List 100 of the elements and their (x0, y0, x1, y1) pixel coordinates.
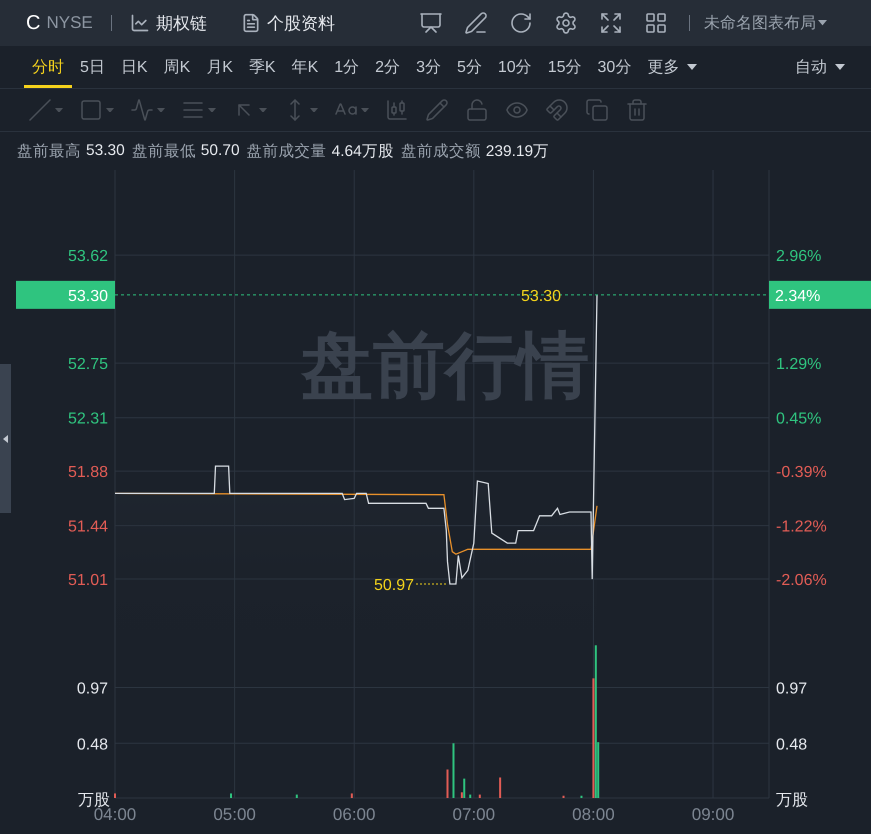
pen-button[interactable] (464, 11, 488, 35)
header-link[interactable]: 期权链 (130, 12, 207, 34)
exchange-label: NYSE (46, 13, 93, 33)
percent-axis-label: 0.45% (776, 410, 822, 428)
period-tab[interactable]: 月K (198, 46, 241, 88)
period-tab[interactable]: 5日 (72, 46, 113, 88)
chart-icon (130, 13, 150, 33)
stock-symbol: C (26, 12, 40, 34)
last-price-badge: 53.30 (16, 280, 115, 309)
volume-unit-label: 万股 (776, 792, 808, 809)
pen-icon (464, 11, 488, 35)
more-dropdown[interactable]: 更多 (639, 46, 706, 88)
caret-icon (157, 108, 165, 112)
period-tab[interactable]: 15分 (540, 46, 590, 88)
time-axis-label: 09:00 (692, 805, 734, 824)
stat-label: 盘前最高 (17, 142, 81, 162)
volume-bar (350, 793, 353, 798)
volume-axis-label: 0.97 (776, 680, 808, 698)
caret-icon (106, 108, 114, 112)
leader-line (416, 584, 448, 585)
period-tab[interactable]: 1分 (326, 46, 368, 88)
volume-bar (230, 793, 232, 798)
trash-icon (625, 98, 649, 122)
period-tab[interactable]: 分时 (24, 46, 72, 88)
percent-axis-label: -2.06% (776, 572, 827, 590)
layout-dropdown[interactable]: 未命名图表布局 (704, 12, 827, 34)
period-tab[interactable]: 3分 (408, 46, 449, 88)
percent-axis-label: 1.29% (776, 356, 822, 374)
header-link[interactable]: 个股资料 (240, 12, 335, 34)
time-axis-label: 07:00 (452, 805, 496, 824)
caret-icon (687, 64, 698, 70)
refresh-button[interactable] (508, 11, 533, 35)
caret-icon (259, 108, 267, 112)
settings-icon (554, 11, 578, 35)
collapse-handle[interactable] (0, 364, 11, 513)
price-axis-label: 52.31 (68, 410, 108, 428)
ref-line-label: 53.30 (68, 288, 108, 305)
percent-axis-label: -1.22% (776, 518, 827, 536)
price-axis-label: 53.62 (68, 248, 108, 266)
stat-value: 239.19万 (486, 142, 550, 162)
period-tab[interactable]: 30分 (589, 46, 640, 88)
time-axis-label: 08:00 (572, 805, 615, 824)
collapse-arrow-icon (3, 434, 8, 442)
stat-label: 盘前成交额 (400, 142, 481, 162)
candles-icon (385, 98, 409, 122)
stat-label: 盘前成交量 (246, 142, 327, 162)
fullscreen-icon (598, 11, 623, 35)
last-change-badge: 2.34% (769, 280, 871, 309)
wave-tool-icon (130, 98, 154, 122)
stat-value: 53.30 (86, 142, 125, 160)
presentation-chart-button[interactable] (418, 11, 443, 35)
stat-value: 4.64万股 (332, 142, 394, 162)
period-tab[interactable]: 周K (156, 46, 198, 88)
volume-bar (296, 794, 298, 798)
period-tab[interactable]: 日K (112, 46, 156, 88)
caret-icon (310, 108, 318, 112)
grid-icon (644, 11, 668, 35)
line-tool-icon (28, 98, 52, 122)
period-tab[interactable]: 年K (284, 46, 326, 88)
price-axis-label: 52.75 (68, 356, 108, 374)
settings-button[interactable] (554, 11, 578, 35)
volume-bar (499, 777, 502, 798)
caret-icon (55, 108, 63, 112)
time-axis-label: 05:00 (213, 805, 256, 824)
percent-axis-label: -0.39% (776, 464, 827, 482)
price-axis-label: 51.01 (68, 572, 108, 590)
refresh-icon (508, 11, 533, 35)
scale-dropdown[interactable]: 自动 (787, 46, 853, 88)
caret-icon (818, 20, 827, 26)
grid-button[interactable] (644, 11, 668, 35)
volume-bar (452, 743, 454, 798)
volume-axis-label: 0.97 (76, 680, 108, 698)
copy-icon (585, 98, 609, 122)
low-price-label: 50.97 (374, 577, 414, 594)
unlock-icon (465, 98, 489, 122)
caret-icon (361, 108, 369, 112)
price-axis-label: 51.88 (68, 464, 108, 482)
volume-bar (478, 794, 481, 798)
period-tab[interactable]: 5分 (448, 46, 490, 88)
volume-bar (562, 796, 565, 798)
stat-value: 50.70 (200, 142, 240, 160)
high-price-label: 53.30 (520, 288, 561, 305)
document-icon (240, 13, 261, 33)
presentation-chart-icon (418, 11, 443, 35)
volume-bar (469, 794, 472, 798)
volume-axis-label: 0.48 (76, 736, 108, 754)
stat-label: 盘前最低 (132, 142, 196, 162)
magnet-icon (545, 98, 569, 122)
period-tab[interactable]: 季K (240, 46, 284, 88)
period-tab[interactable]: 2分 (367, 46, 408, 88)
rectangle-tool-icon (79, 98, 103, 122)
pencil-icon (425, 98, 449, 122)
volume-axis-label: 0.48 (776, 736, 808, 754)
percent-axis-label: 2.96% (776, 248, 822, 266)
price-axis-label: 51.44 (68, 518, 108, 536)
caret-icon (208, 108, 216, 112)
period-tab[interactable]: 10分 (490, 46, 540, 88)
fullscreen-button[interactable] (598, 11, 623, 35)
volume-unit-label: 万股 (78, 792, 110, 809)
volume-bar (580, 796, 582, 798)
